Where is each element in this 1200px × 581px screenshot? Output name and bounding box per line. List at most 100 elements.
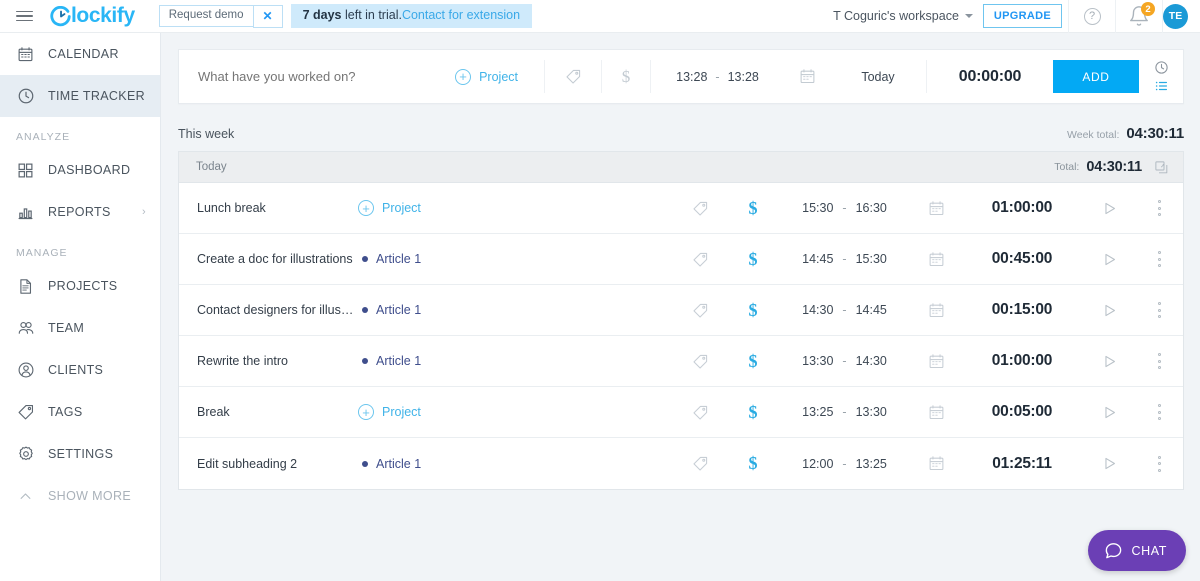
entry-date-picker-button[interactable]: [911, 455, 961, 472]
entry-billable-button[interactable]: $: [728, 198, 778, 219]
table-row[interactable]: Break + Project $13:25-13:30 00:05:00: [179, 387, 1183, 438]
entry-more-button[interactable]: [1135, 200, 1183, 216]
timer-mode-toggle[interactable]: [1139, 50, 1183, 103]
entry-billable-button[interactable]: $: [728, 402, 778, 423]
timer-time-range[interactable]: 13:28 - 13:28: [651, 70, 784, 84]
entry-duration[interactable]: 00:05:00: [961, 403, 1083, 421]
entry-duration[interactable]: 00:15:00: [961, 301, 1083, 319]
table-row[interactable]: Create a doc for illustrations Article 1 $…: [179, 234, 1183, 285]
sidebar-item-tags[interactable]: TAGS: [0, 391, 160, 433]
timer-billable-button[interactable]: $: [602, 67, 650, 87]
entry-more-button[interactable]: [1135, 353, 1183, 369]
entry-description[interactable]: Edit subheading 2: [179, 457, 354, 471]
entry-duration[interactable]: 01:00:00: [961, 199, 1083, 217]
entry-project-button[interactable]: Article 1: [354, 354, 672, 368]
entry-description[interactable]: Lunch break: [179, 201, 354, 215]
sidebar-item-projects[interactable]: PROJECTS: [0, 265, 160, 307]
entry-play-button[interactable]: [1083, 353, 1135, 370]
notifications-button[interactable]: 2: [1116, 0, 1162, 33]
entry-time-range[interactable]: 15:30-16:30: [778, 201, 911, 215]
request-demo-button[interactable]: Request demo: [158, 4, 253, 28]
entry-description[interactable]: Create a doc for illustrations: [179, 252, 354, 266]
entry-tag-button[interactable]: [672, 353, 728, 370]
timer-tag-button[interactable]: [545, 68, 601, 85]
entry-duration[interactable]: 01:00:00: [961, 352, 1083, 370]
timer-date-label[interactable]: Today: [830, 70, 926, 84]
entry-play-button[interactable]: [1083, 200, 1135, 217]
sidebar-item-team[interactable]: TEAM: [0, 307, 160, 349]
timer-project-button[interactable]: + Project: [455, 68, 544, 85]
sidebar-item-calendar[interactable]: CALENDAR: [0, 33, 160, 75]
entry-time-range[interactable]: 14:30-14:45: [778, 303, 911, 317]
entry-play-button[interactable]: [1083, 302, 1135, 319]
entry-more-button[interactable]: [1135, 404, 1183, 420]
entry-tag-button[interactable]: [672, 302, 728, 319]
table-row[interactable]: Contact designers for illustrations Artic…: [179, 285, 1183, 336]
entry-play-button[interactable]: [1083, 455, 1135, 472]
entry-tag-button[interactable]: [672, 455, 728, 472]
entry-date-picker-button[interactable]: [911, 200, 961, 217]
timer-date-picker-button[interactable]: [784, 68, 830, 85]
add-button[interactable]: ADD: [1053, 60, 1139, 93]
table-row[interactable]: Lunch break + Project $15:30-16:30 01:00:00: [179, 183, 1183, 234]
entry-time-range[interactable]: 14:45-15:30: [778, 252, 911, 266]
entry-tag-button[interactable]: [672, 404, 728, 421]
entry-project-button[interactable]: Article 1: [354, 252, 672, 266]
duplicate-icon[interactable]: [1154, 160, 1169, 175]
timer-duration[interactable]: 00:00:00: [927, 68, 1053, 86]
close-icon[interactable]: ✕: [252, 4, 283, 28]
entry-start-time[interactable]: 14:30: [802, 303, 833, 317]
sidebar-item-reports[interactable]: REPORTS ›: [0, 191, 160, 233]
entry-time-range[interactable]: 13:30-14:30: [778, 354, 911, 368]
list-icon[interactable]: [1154, 79, 1169, 93]
table-row[interactable]: Rewrite the intro Article 1 $13:30-14:30 01…: [179, 336, 1183, 387]
entry-duration[interactable]: 01:25:11: [961, 455, 1083, 473]
entry-description[interactable]: Rewrite the intro: [179, 354, 354, 368]
entry-more-button[interactable]: [1135, 302, 1183, 318]
help-button[interactable]: ?: [1069, 0, 1115, 33]
entry-project-button[interactable]: + Project: [354, 404, 672, 420]
sidebar-item-clients[interactable]: CLIENTS: [0, 349, 160, 391]
entry-project-button[interactable]: Article 1: [354, 457, 672, 471]
sidebar-item-dashboard[interactable]: DASHBOARD: [0, 149, 160, 191]
entry-start-time[interactable]: 15:30: [802, 201, 833, 215]
entry-date-picker-button[interactable]: [911, 353, 961, 370]
entry-billable-button[interactable]: $: [728, 249, 778, 270]
entry-end-time[interactable]: 14:45: [856, 303, 887, 317]
workspace-selector[interactable]: T Coguric's workspace: [823, 9, 983, 23]
entry-end-time[interactable]: 15:30: [856, 252, 887, 266]
entry-start-time[interactable]: 14:45: [802, 252, 833, 266]
entry-project-button[interactable]: + Project: [354, 200, 672, 216]
sidebar-show-more[interactable]: SHOW MORE: [0, 475, 160, 517]
entry-more-button[interactable]: [1135, 455, 1183, 472]
entry-tag-button[interactable]: [672, 200, 728, 217]
entry-billable-button[interactable]: $: [728, 351, 778, 372]
timer-start-time[interactable]: 13:28: [676, 70, 707, 84]
entry-start-time[interactable]: 13:25: [802, 405, 833, 419]
entry-project-button[interactable]: Article 1: [354, 303, 672, 317]
entry-time-range[interactable]: 12:00-13:25: [778, 457, 911, 471]
entry-tag-button[interactable]: [672, 251, 728, 268]
entry-start-time[interactable]: 13:30: [802, 354, 833, 368]
entry-end-time[interactable]: 16:30: [856, 201, 887, 215]
table-row[interactable]: Edit subheading 2 Article 1 $12:00-13:25 01…: [179, 438, 1183, 489]
entry-start-time[interactable]: 12:00: [802, 457, 833, 471]
entry-duration[interactable]: 00:45:00: [961, 250, 1083, 268]
entry-date-picker-button[interactable]: [911, 251, 961, 268]
entry-play-button[interactable]: [1083, 251, 1135, 268]
clockify-logo[interactable]: lockify: [50, 4, 135, 28]
entry-time-range[interactable]: 13:25-13:30: [778, 405, 911, 419]
contact-for-extension-link[interactable]: Contact for extension: [402, 8, 520, 22]
clock-icon[interactable]: [1154, 60, 1169, 75]
timer-description-input[interactable]: [179, 50, 456, 103]
entry-end-time[interactable]: 13:30: [856, 405, 887, 419]
entry-play-button[interactable]: [1083, 404, 1135, 421]
sidebar-item-settings[interactable]: SETTINGS: [0, 433, 160, 475]
sidebar-item-time-tracker[interactable]: TIME TRACKER: [0, 75, 160, 117]
avatar[interactable]: TE: [1163, 3, 1188, 29]
entry-billable-button[interactable]: $: [728, 453, 778, 474]
entry-billable-button[interactable]: $: [728, 300, 778, 321]
entry-date-picker-button[interactable]: [911, 302, 961, 319]
entry-more-button[interactable]: [1135, 251, 1183, 267]
entry-description[interactable]: Break: [179, 405, 354, 419]
